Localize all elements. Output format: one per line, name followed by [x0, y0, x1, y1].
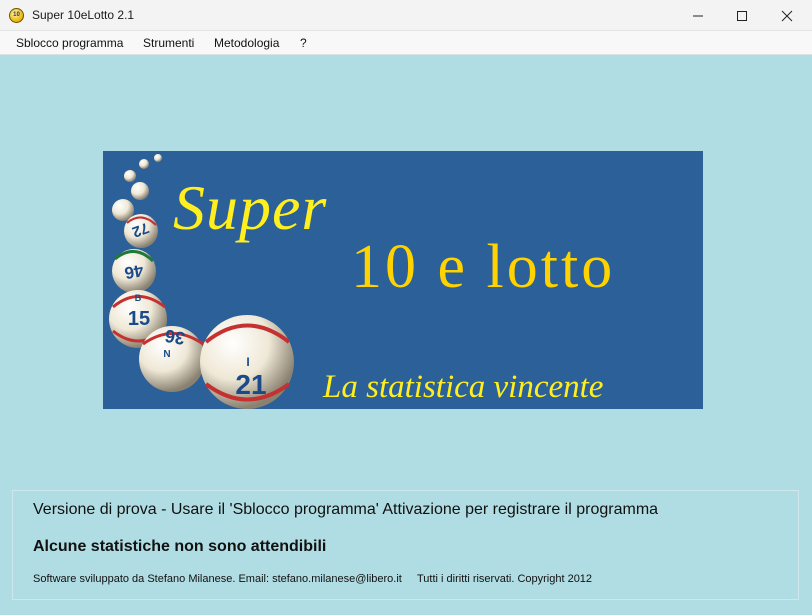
menu-help[interactable]: ?: [300, 36, 307, 50]
ball-number: 21: [235, 369, 266, 400]
banner-title-super: Super: [173, 172, 328, 243]
ball-letter: N: [163, 349, 170, 360]
ball-number: 36: [163, 325, 186, 348]
warning-text: Alcune statistiche non sono attendibili: [33, 538, 327, 555]
ball-letter: B: [135, 293, 142, 303]
close-icon: [781, 10, 793, 21]
ball-icon: [139, 159, 149, 169]
app-icon: 10: [9, 8, 24, 23]
trial-notice: Versione di prova - Usare il 'Sblocco pr…: [33, 501, 659, 518]
menu-bar: Sblocco programma Strumenti Metodologia …: [0, 31, 812, 55]
minimize-button-main[interactable]: [675, 0, 721, 31]
menu-strumenti[interactable]: Strumenti: [143, 36, 194, 50]
credits-text: Software sviluppato da Stefano Milanese.…: [33, 573, 402, 585]
banner-tagline: La statistica vincente: [323, 369, 604, 405]
menu-sblocco-programma[interactable]: Sblocco programma: [16, 36, 123, 50]
ball-icon: [131, 182, 149, 200]
close-button[interactable]: [764, 0, 810, 31]
ball-number: 46: [123, 261, 145, 283]
ball-icon: [154, 154, 162, 162]
minimize-icon: [693, 15, 703, 16]
ball-icon: [124, 170, 136, 182]
ball-number: 15: [128, 308, 150, 330]
ball-letter: I: [246, 355, 249, 369]
window-title: Super 10eLotto 2.1: [32, 8, 135, 22]
maximize-button[interactable]: [719, 0, 765, 31]
menu-metodologia[interactable]: Metodologia: [214, 36, 279, 50]
maximize-icon: [737, 10, 747, 21]
copyright-text: Tutti i diritti riservati. Copyright 201…: [417, 573, 593, 585]
banner-title-10elotto: 10 e lotto: [351, 233, 616, 301]
